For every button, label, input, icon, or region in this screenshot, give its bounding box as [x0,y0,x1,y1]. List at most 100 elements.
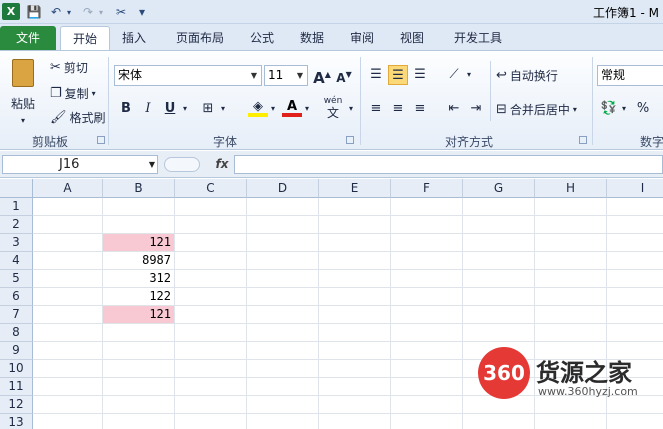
cell-f4[interactable] [391,252,463,270]
number-format-select[interactable]: 常规 [597,65,663,86]
align-right-icon[interactable]: ≡ [410,99,430,119]
align-middle-icon[interactable]: ☰ [388,65,408,85]
tab-formulas[interactable]: 公式 [240,26,284,50]
column-header-d[interactable]: D [247,179,319,198]
font-launcher-icon[interactable] [346,136,354,144]
cell-h6[interactable] [535,288,607,306]
cell-b3[interactable]: 121 [103,234,175,252]
cut-button[interactable]: ✂ 剪切 [50,59,88,76]
cell-g4[interactable] [463,252,535,270]
font-color-icon[interactable]: A [282,97,302,117]
cell-a8[interactable] [33,324,103,342]
align-center-icon[interactable]: ≡ [388,99,408,119]
cell-c4[interactable] [175,252,247,270]
cell-d9[interactable] [247,342,319,360]
row-header-10[interactable]: 10 [0,360,33,378]
increase-indent-icon[interactable]: ⇥ [466,99,486,119]
cell-b5[interactable]: 312 [103,270,175,288]
row-header-13[interactable]: 13 [0,414,33,429]
cell-d6[interactable] [247,288,319,306]
orientation-icon[interactable]: ⟋ [444,65,464,85]
column-header-i[interactable]: I [607,179,663,198]
bold-button[interactable]: B [116,99,136,119]
cell-d2[interactable] [247,216,319,234]
align-left-icon[interactable]: ≡ [366,99,386,119]
cell-a6[interactable] [33,288,103,306]
cell-h3[interactable] [535,234,607,252]
cell-f7[interactable] [391,306,463,324]
column-header-e[interactable]: E [319,179,391,198]
cell-i7[interactable] [607,306,663,324]
column-header-a[interactable]: A [33,179,103,198]
tab-file[interactable]: 文件 [0,26,56,50]
row-header-12[interactable]: 12 [0,396,33,414]
paste-button[interactable]: 粘贴 ▾ [6,57,40,127]
cell-b1[interactable] [103,198,175,216]
cell-b13[interactable] [103,414,175,429]
cell-c11[interactable] [175,378,247,396]
font-size-select[interactable]: 11 ▼ [264,65,308,86]
tab-data[interactable]: 数据 [290,26,334,50]
cell-f1[interactable] [391,198,463,216]
cell-b11[interactable] [103,378,175,396]
cell-e7[interactable] [319,306,391,324]
tab-developer[interactable]: 开发工具 [442,26,514,50]
cell-c10[interactable] [175,360,247,378]
undo-dropdown-icon[interactable]: ▾ [64,3,74,21]
undo-icon[interactable]: ↶ [48,3,64,21]
cell-i5[interactable] [607,270,663,288]
cell-f10[interactable] [391,360,463,378]
cell-d8[interactable] [247,324,319,342]
row-header-2[interactable]: 2 [0,216,33,234]
cell-a4[interactable] [33,252,103,270]
cell-d1[interactable] [247,198,319,216]
cell-b8[interactable] [103,324,175,342]
formula-bar-expander-icon[interactable] [164,157,200,172]
cell-b2[interactable] [103,216,175,234]
tab-view[interactable]: 视图 [390,26,434,50]
cell-i1[interactable] [607,198,663,216]
save-icon[interactable]: 💾 [26,3,42,21]
insert-function-icon[interactable]: fx [212,155,232,174]
cell-h13[interactable] [535,414,607,429]
cell-d12[interactable] [247,396,319,414]
cell-c5[interactable] [175,270,247,288]
redo-dropdown-icon[interactable]: ▾ [96,3,106,21]
cell-d3[interactable] [247,234,319,252]
cell-f6[interactable] [391,288,463,306]
fill-color-icon[interactable]: ◈ [248,97,268,117]
cell-b4[interactable]: 8987 [103,252,175,270]
borders-icon[interactable]: ⊞ [198,99,218,119]
redo-icon[interactable]: ↷ [80,3,96,21]
row-header-5[interactable]: 5 [0,270,33,288]
cell-d11[interactable] [247,378,319,396]
cell-a9[interactable] [33,342,103,360]
align-top-icon[interactable]: ☰ [366,65,386,85]
cell-a3[interactable] [33,234,103,252]
cell-e6[interactable] [319,288,391,306]
cell-g1[interactable] [463,198,535,216]
cell-c3[interactable] [175,234,247,252]
cell-e10[interactable] [319,360,391,378]
cell-a10[interactable] [33,360,103,378]
cell-b12[interactable] [103,396,175,414]
cell-f13[interactable] [391,414,463,429]
cell-i13[interactable] [607,414,663,429]
cell-a12[interactable] [33,396,103,414]
row-header-7[interactable]: 7 [0,306,33,324]
name-box[interactable]: J16 ▼ [2,155,158,174]
cell-c9[interactable] [175,342,247,360]
row-header-8[interactable]: 8 [0,324,33,342]
cell-a2[interactable] [33,216,103,234]
cell-g6[interactable] [463,288,535,306]
cell-c13[interactable] [175,414,247,429]
cell-g2[interactable] [463,216,535,234]
row-header-1[interactable]: 1 [0,198,33,216]
cell-b7[interactable]: 121 [103,306,175,324]
cell-i2[interactable] [607,216,663,234]
cell-f3[interactable] [391,234,463,252]
cell-e1[interactable] [319,198,391,216]
cell-b10[interactable] [103,360,175,378]
grow-font-button[interactable]: A▲ [312,65,332,87]
column-header-f[interactable]: F [391,179,463,198]
